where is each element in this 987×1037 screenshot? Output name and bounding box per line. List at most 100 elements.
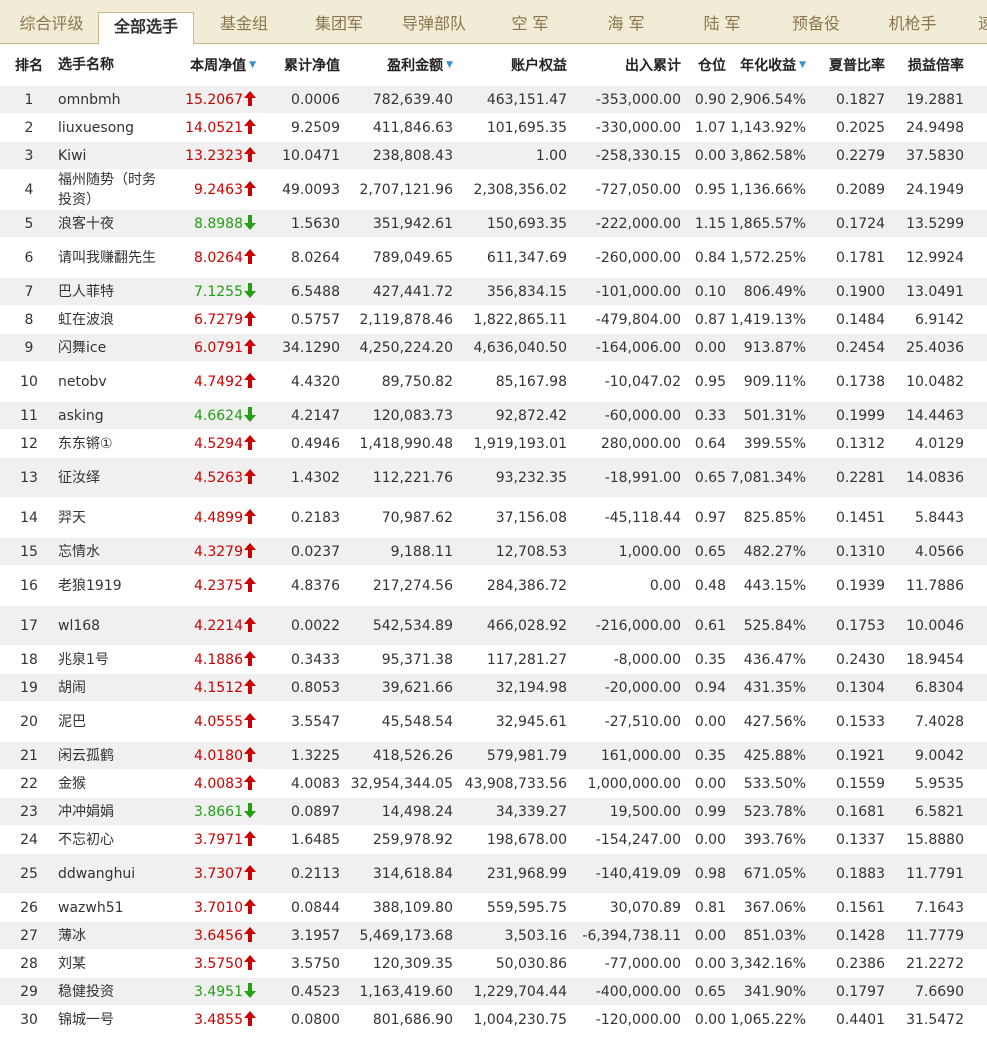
- table-row[interactable]: 1 omnbmh 15.2067 0.0006 782,639.40 463,151.47…: [0, 86, 987, 114]
- col-rank[interactable]: 排名: [0, 44, 58, 86]
- table-row[interactable]: 12 东东锵① 4.5294 0.4946 1,418,990.48 1,919,193.…: [0, 430, 987, 458]
- table-row[interactable]: 4 福州随势（时务投资） 9.2463 49.0093 2,707,121.96 2,30…: [0, 170, 987, 210]
- name-cell[interactable]: 薄冰: [58, 926, 158, 946]
- name-cell[interactable]: 闲云孤鹤: [58, 746, 158, 766]
- tab-2[interactable]: 基金组: [198, 0, 290, 44]
- table-row[interactable]: 7 巴人菲特 7.1255 6.5488 427,441.72 356,834.15 -10…: [0, 278, 987, 306]
- col-equity-label: 账户权益: [511, 58, 567, 74]
- name-cell[interactable]: 忘情水: [58, 542, 158, 562]
- name-cell[interactable]: asking: [58, 406, 158, 426]
- name-cell[interactable]: wazwh51: [58, 898, 158, 918]
- tab-0[interactable]: 综合评级: [4, 0, 99, 44]
- tab-1[interactable]: 全部选手: [98, 12, 194, 45]
- table-row[interactable]: 6 请叫我赚翻先生 8.0264 8.0264 789,049.65 611,347.69…: [0, 238, 987, 278]
- table-row[interactable]: 23 冲冲娟娟 3.8661 0.0897 14,498.24 34,339.27 19,5…: [0, 798, 987, 826]
- table-row[interactable]: 10 netobv 4.7492 4.4320 89,750.82 85,167.98 -1…: [0, 362, 987, 402]
- table-row[interactable]: 21 闲云孤鹤 4.0180 1.3225 418,526.26 579,981.79 16…: [0, 742, 987, 770]
- tab-3[interactable]: 集团军: [290, 0, 388, 44]
- table-row[interactable]: 13 征汝绎 4.5263 1.4302 112,221.76 93,232.35 -18,…: [0, 458, 987, 498]
- table-row[interactable]: 22 金猴 4.0083 4.0083 32,954,344.05 43,908,733.…: [0, 770, 987, 798]
- annual-cell: 393.76%: [743, 831, 806, 848]
- sort-desc-icon[interactable]: ▼: [446, 60, 453, 70]
- name-cell[interactable]: 锦城一号: [58, 1010, 158, 1030]
- tab-4[interactable]: 导弹部队: [388, 0, 480, 44]
- week-nav-value: 9.2463: [194, 182, 243, 198]
- name-cell[interactable]: 冲冲娟娟: [58, 802, 158, 822]
- col-position[interactable]: 仓位: [681, 44, 726, 86]
- name-cell[interactable]: 金猴: [58, 774, 158, 794]
- name-cell[interactable]: 胡闹: [58, 678, 158, 698]
- name-cell[interactable]: 兆泉1号: [58, 650, 158, 670]
- week-nav-cell: 9.2463: [158, 181, 256, 198]
- col-ratio[interactable]: 损益倍率: [885, 44, 964, 86]
- table-row[interactable]: 14 羿天 4.4899 0.2183 70,987.62 37,156.08 -45,11…: [0, 498, 987, 538]
- name-cell[interactable]: 稳健投资: [58, 982, 158, 1002]
- name-cell[interactable]: 泥巴: [58, 712, 158, 732]
- table-row[interactable]: 3 Kiwi 13.2323 10.0471 238,808.43 1.00 -258,33…: [0, 142, 987, 170]
- name-cell[interactable]: 老狼1919: [58, 576, 158, 596]
- table-row[interactable]: 26 wazwh51 3.7010 0.0844 388,109.80 559,595.7…: [0, 894, 987, 922]
- col-name[interactable]: 选手名称: [58, 44, 158, 86]
- table-row[interactable]: 8 虹在波浪 6.7279 0.5757 2,119,878.46 1,822,865.1…: [0, 306, 987, 334]
- cum-nav-cell: 0.0800: [291, 1011, 340, 1028]
- table-row[interactable]: 27 薄冰 3.6456 3.1957 5,469,173.68 3,503.16 -6,3…: [0, 922, 987, 950]
- table-row[interactable]: 19 胡闹 4.1512 0.8053 39,621.66 32,194.98 -20,00…: [0, 674, 987, 702]
- col-sharpe[interactable]: 夏普比率: [806, 44, 885, 86]
- annual-cell: 913.87%: [743, 339, 806, 356]
- col-equity[interactable]: 账户权益: [453, 44, 567, 86]
- tab-6[interactable]: 海 军: [580, 0, 672, 44]
- col-cum-nav[interactable]: 累计净值: [256, 44, 340, 86]
- name-cell[interactable]: omnbmh: [58, 90, 158, 110]
- tab-8[interactable]: 预备役: [772, 0, 860, 44]
- arrow-down-icon: [244, 283, 256, 298]
- name-cell[interactable]: ddwanghui: [58, 864, 158, 884]
- col-profit[interactable]: 盈利金额 ▼: [340, 44, 453, 86]
- col-annual[interactable]: 年化收益 ▼: [726, 44, 806, 86]
- table-row[interactable]: 28 刘某 3.5750 3.5750 120,309.35 50,030.86 -77,0…: [0, 950, 987, 978]
- name-cell[interactable]: 巴人菲特: [58, 282, 158, 302]
- sort-desc-icon[interactable]: ▼: [249, 60, 256, 70]
- table-row[interactable]: 11 asking 4.6624 4.2147 120,083.73 92,872.42 -…: [0, 402, 987, 430]
- name-cell[interactable]: netobv: [58, 372, 158, 392]
- name-cell[interactable]: Kiwi: [58, 146, 158, 166]
- tab-10[interactable]: 速: [966, 0, 987, 44]
- table-row[interactable]: 17 wl168 4.2214 0.0022 542,534.89 466,028.92 -…: [0, 606, 987, 646]
- name-cell[interactable]: liuxuesong: [58, 118, 158, 138]
- name-cell[interactable]: 不忘初心: [58, 830, 158, 850]
- equity-cell: 12,708.53: [495, 543, 567, 560]
- name-cell[interactable]: 刘某: [58, 954, 158, 974]
- col-flow[interactable]: 出入累计: [567, 44, 681, 86]
- week-nav-value: 14.0521: [185, 120, 243, 136]
- col-week-nav[interactable]: 本周净值 ▼: [158, 44, 256, 86]
- table-row[interactable]: 20 泥巴 4.0555 3.5547 45,548.54 32,945.61 -27,51…: [0, 702, 987, 742]
- table-row[interactable]: 9 闪舞ice 6.0791 34.1290 4,250,224.20 4,636,040…: [0, 334, 987, 362]
- table-row[interactable]: 18 兆泉1号 4.1886 0.3433 95,371.38 117,281.27 -8,…: [0, 646, 987, 674]
- equity-cell: 92,872.42: [495, 407, 567, 424]
- annual-cell: 909.11%: [743, 373, 806, 390]
- week-nav-cell: 4.0083: [158, 775, 256, 792]
- name-cell[interactable]: 征汝绎: [58, 468, 158, 488]
- name-cell[interactable]: 请叫我赚翻先生: [58, 248, 158, 268]
- name-cell[interactable]: 浪客十夜: [58, 214, 158, 234]
- table-row[interactable]: 16 老狼1919 4.2375 4.8376 217,274.56 284,386.72…: [0, 566, 987, 606]
- tab-5[interactable]: 空 军: [480, 0, 580, 44]
- name-cell[interactable]: 虹在波浪: [58, 310, 158, 330]
- table-row[interactable]: 25 ddwanghui 3.7307 0.2113 314,618.84 231,968…: [0, 854, 987, 894]
- tab-7[interactable]: 陆 军: [672, 0, 772, 44]
- name-cell[interactable]: 闪舞ice: [58, 338, 158, 358]
- equity-cell: 150,693.35: [486, 215, 567, 232]
- name-cell[interactable]: 东东锵①: [58, 434, 158, 454]
- name-cell[interactable]: 福州随势（时务投资）: [58, 170, 158, 210]
- table-row[interactable]: 5 浪客十夜 8.8988 1.5630 351,942.61 150,693.35 -22…: [0, 210, 987, 238]
- name-cell[interactable]: wl168: [58, 616, 158, 636]
- tab-9[interactable]: 机枪手: [860, 0, 965, 44]
- table-row[interactable]: 15 忘情水 4.3279 0.0237 9,188.11 12,708.53 1,000.…: [0, 538, 987, 566]
- sort-desc-icon[interactable]: ▼: [799, 60, 806, 70]
- table-row[interactable]: 2 liuxuesong 14.0521 9.2509 411,846.63 101,69…: [0, 114, 987, 142]
- table-row[interactable]: 24 不忘初心 3.7971 1.6485 259,978.92 198,678.00 -1…: [0, 826, 987, 854]
- equity-cell: 284,386.72: [486, 577, 567, 594]
- rank-cell: 15: [20, 543, 38, 560]
- table-row[interactable]: 29 稳健投资 3.4951 0.4523 1,163,419.60 1,229,704.…: [0, 978, 987, 1006]
- name-cell[interactable]: 羿天: [58, 508, 158, 528]
- table-row[interactable]: 30 锦城一号 3.4855 0.0800 801,686.90 1,004,230.75…: [0, 1006, 987, 1034]
